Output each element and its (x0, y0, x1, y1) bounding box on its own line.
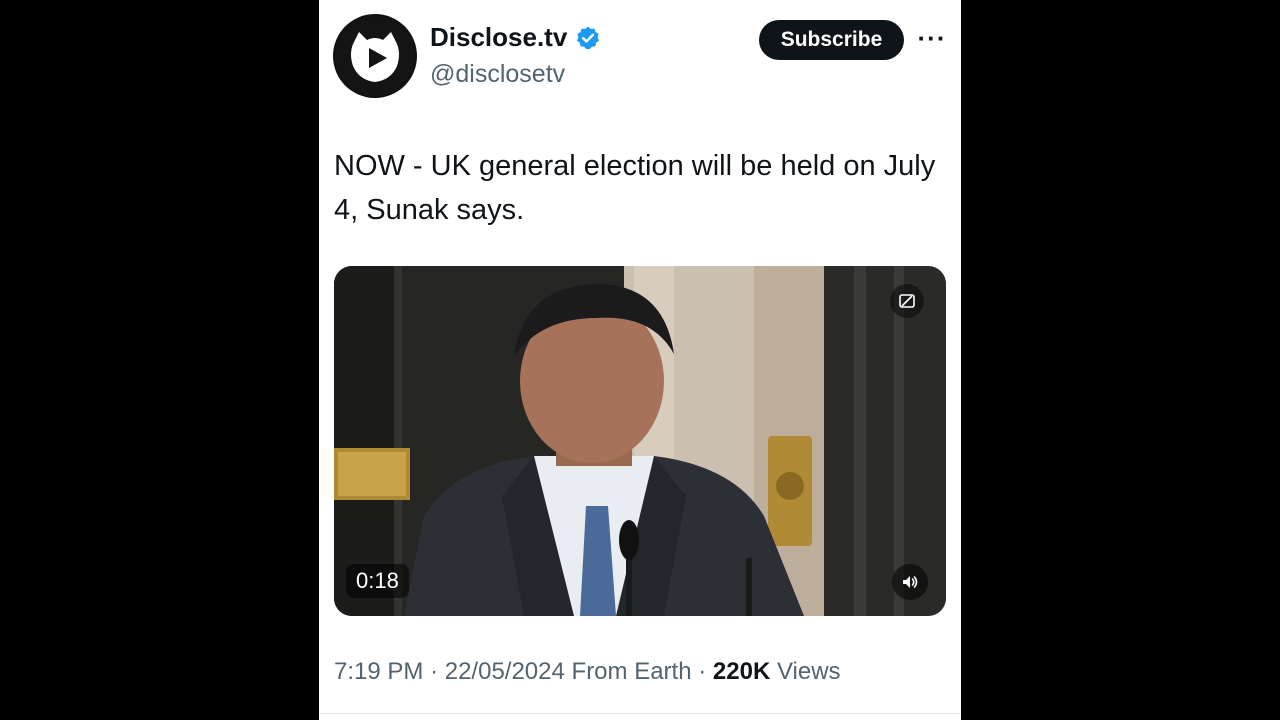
tweet-date[interactable]: 22/05/2024 (445, 658, 565, 685)
video-frame (334, 266, 946, 616)
tweet-text: NOW - UK general election will be held o… (334, 150, 936, 226)
tweet-time[interactable]: 7:19 PM (334, 658, 423, 685)
video-player[interactable]: 0:18 (334, 266, 946, 616)
tweet-source: From Earth (571, 658, 692, 685)
more-options-icon[interactable]: ··· (917, 25, 947, 54)
author-handle[interactable]: @disclosetv (430, 60, 565, 89)
play-cat-logo-icon (335, 16, 415, 96)
volume-icon[interactable] (892, 564, 928, 600)
verified-badge-icon (575, 25, 601, 51)
author-name[interactable]: Disclose.tv (430, 22, 567, 53)
divider (319, 713, 961, 714)
author-name-row[interactable]: Disclose.tv (430, 22, 601, 53)
meta-separator: · (430, 658, 439, 685)
media-settings-icon[interactable] (890, 284, 924, 318)
views-count[interactable]: 220K (713, 658, 770, 685)
tweet-meta: 7:19 PM · 22/05/2024 From Earth · 220K V… (334, 658, 841, 686)
tweet-card: Disclose.tv @disclosetv Subscribe ··· NO… (319, 0, 961, 720)
meta-separator: · (698, 658, 707, 685)
video-duration: 0:18 (346, 564, 409, 598)
avatar[interactable] (333, 14, 417, 98)
views-label: Views (776, 658, 841, 685)
subscribe-button[interactable]: Subscribe (759, 20, 904, 60)
